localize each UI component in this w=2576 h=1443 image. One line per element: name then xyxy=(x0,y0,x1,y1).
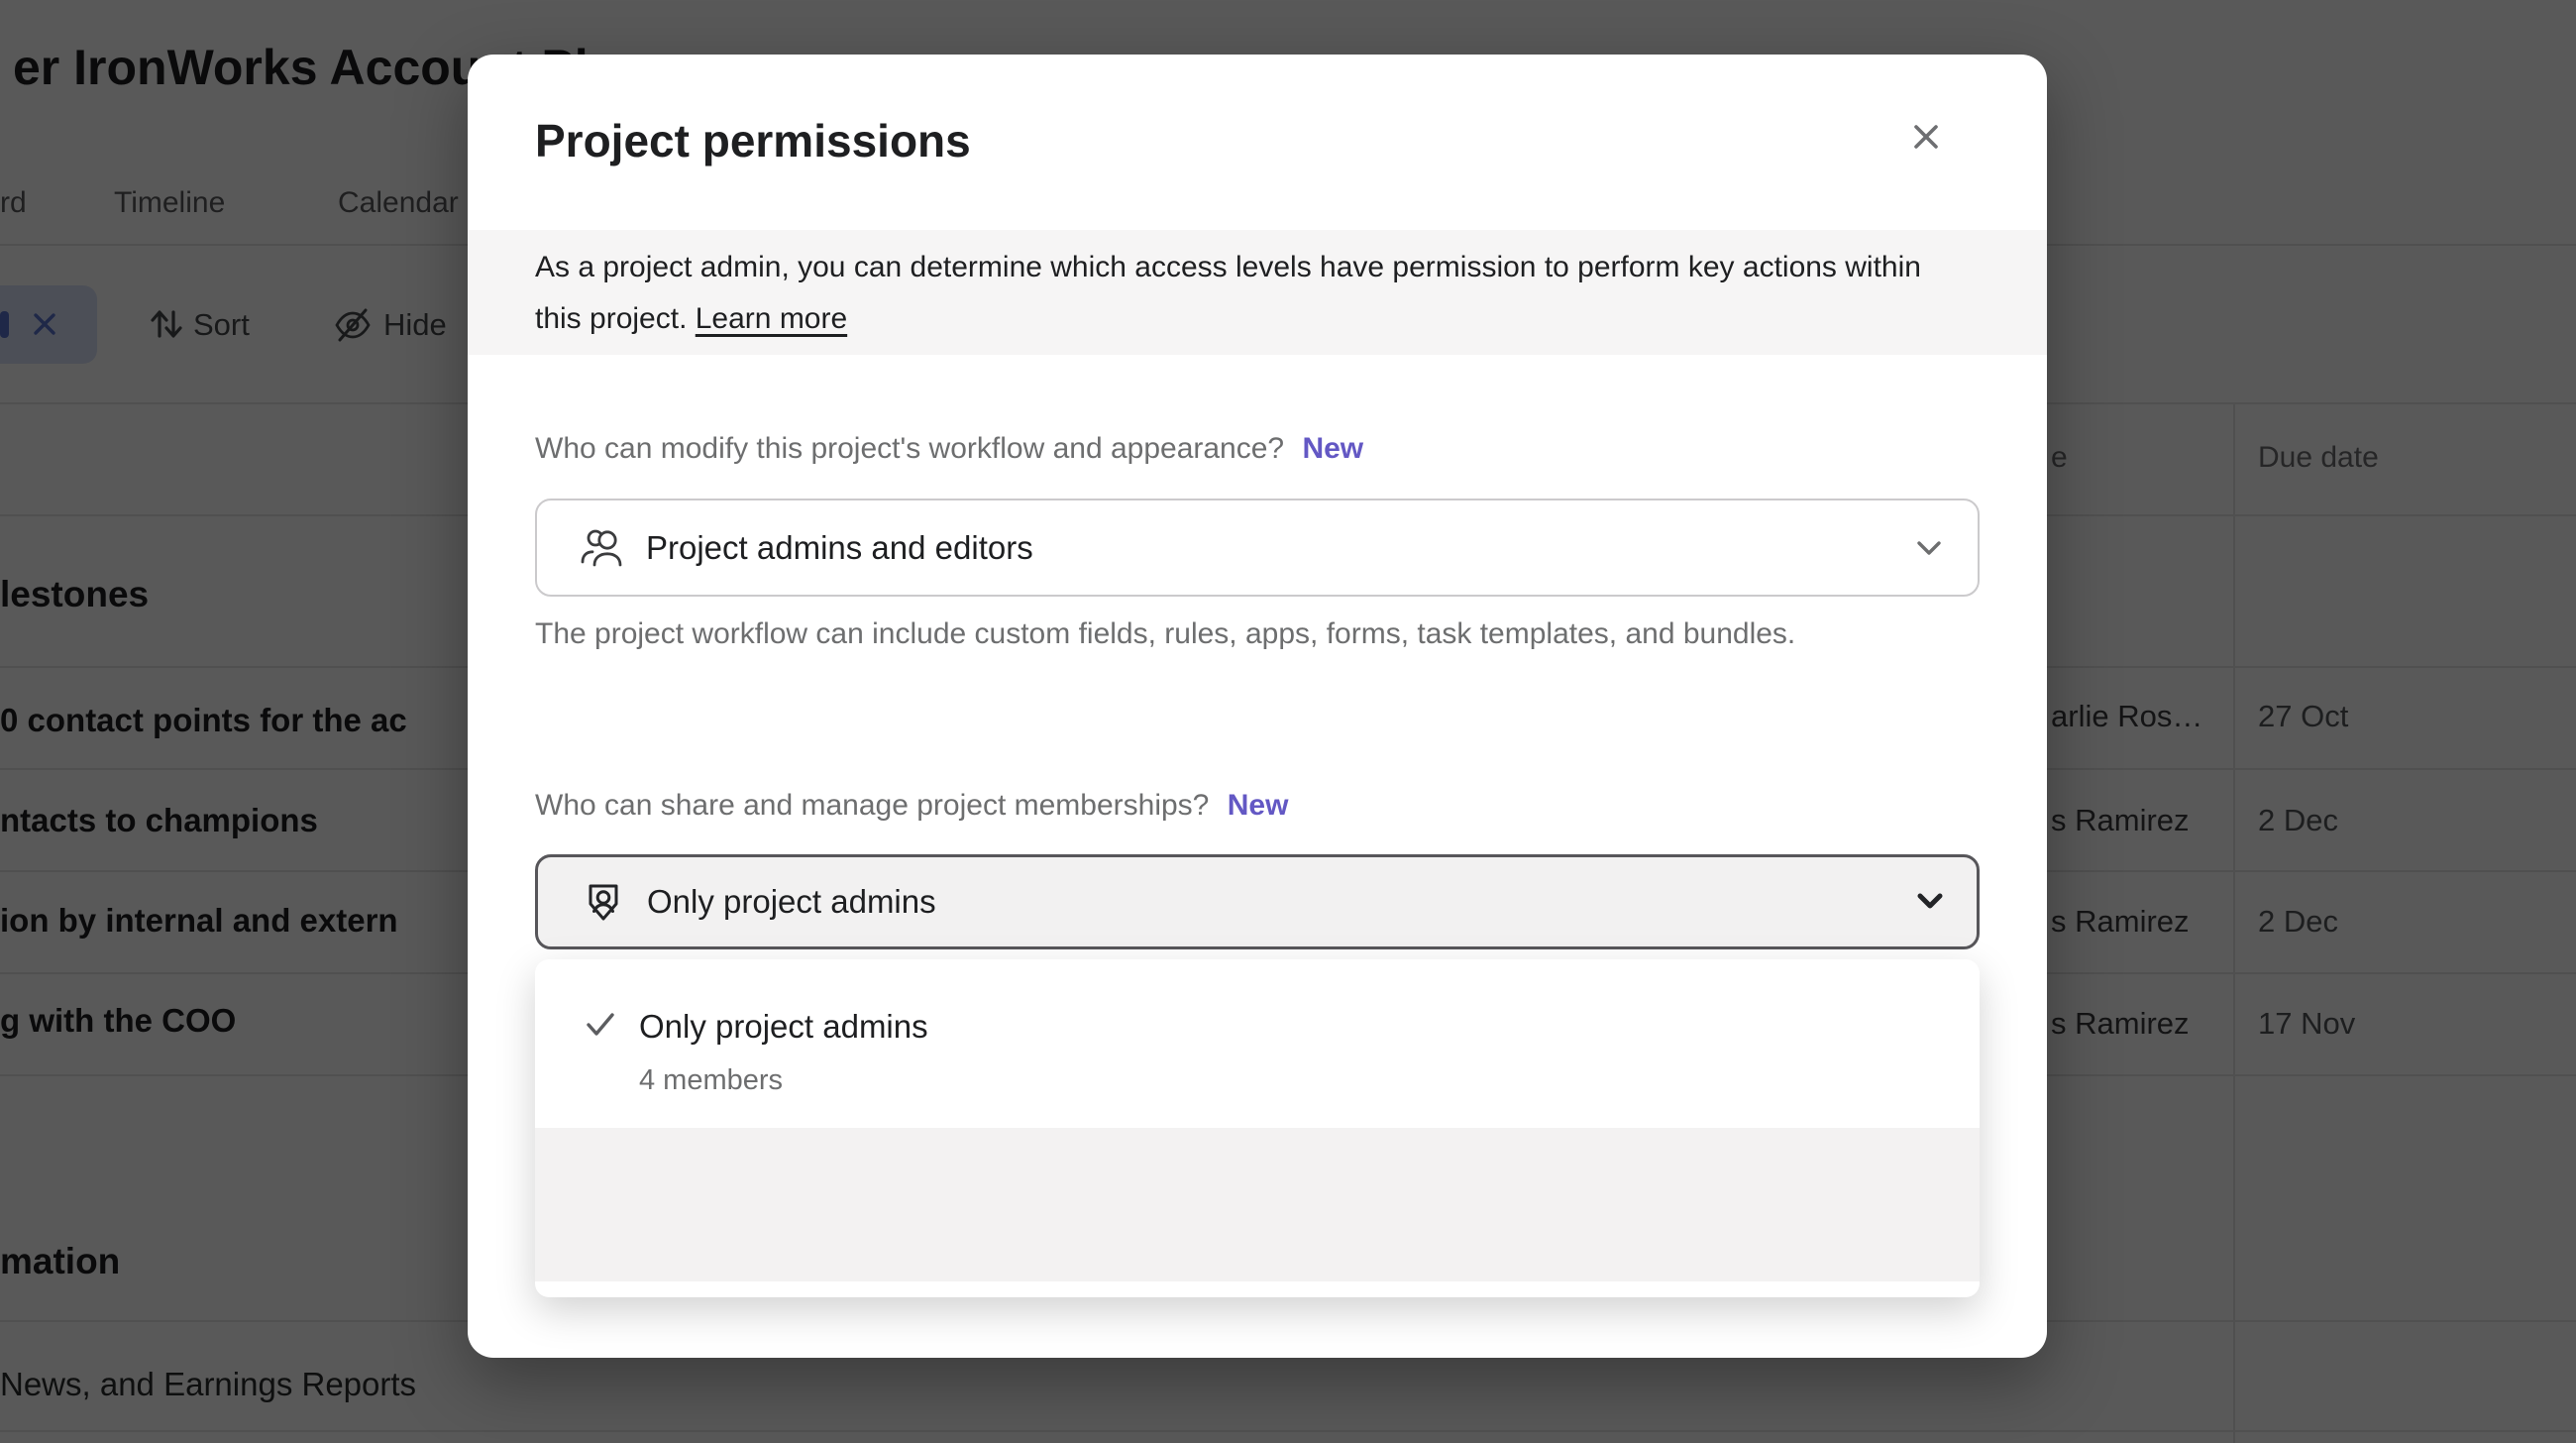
option-subtitle: 4 members xyxy=(639,1063,783,1097)
membership-permission-dropdown[interactable]: Only project admins xyxy=(535,854,1980,949)
new-badge: New xyxy=(1228,789,1289,822)
membership-dropdown-value: Only project admins xyxy=(647,883,936,921)
workflow-question-text: Who can modify this project's workflow a… xyxy=(535,432,1284,465)
intro-text: As a project admin, you can determine wh… xyxy=(535,242,1952,345)
close-icon xyxy=(1907,118,1945,156)
menu-option-project-admins-and-editors[interactable]: Project admins and editors 4 members xyxy=(535,1128,1980,1281)
app-root: er IronWorks Account Plan rd Timeline Ca… xyxy=(0,0,2576,1443)
membership-question-label: Who can share and manage project members… xyxy=(535,789,1288,823)
membership-dropdown-menu: Only project admins 4 members Project ad… xyxy=(535,959,1980,1297)
workflow-permission-dropdown[interactable]: Project admins and editors xyxy=(535,499,1980,597)
menu-option-only-project-admins[interactable]: Only project admins 4 members xyxy=(535,959,1980,1128)
chevron-down-icon xyxy=(1913,891,1947,913)
membership-question-text: Who can share and manage project members… xyxy=(535,789,1209,822)
learn-more-link[interactable]: Learn more xyxy=(696,302,847,335)
option-title: Only project admins xyxy=(639,1007,928,1047)
intro-banner: As a project admin, you can determine wh… xyxy=(468,230,2047,355)
project-permissions-modal: Project permissions As a project admin, … xyxy=(468,55,2047,1358)
workflow-dropdown-value: Project admins and editors xyxy=(646,529,1033,567)
workflow-helper-text: The project workflow can include custom … xyxy=(535,610,1952,659)
check-icon xyxy=(584,1008,617,1042)
people-icon xyxy=(579,524,626,572)
new-badge: New xyxy=(1302,432,1363,465)
workflow-question-label: Who can modify this project's workflow a… xyxy=(535,432,1363,466)
close-button[interactable] xyxy=(1900,111,1952,163)
shield-person-icon xyxy=(580,878,627,926)
chevron-down-icon xyxy=(1912,537,1946,559)
modal-title: Project permissions xyxy=(535,115,971,166)
